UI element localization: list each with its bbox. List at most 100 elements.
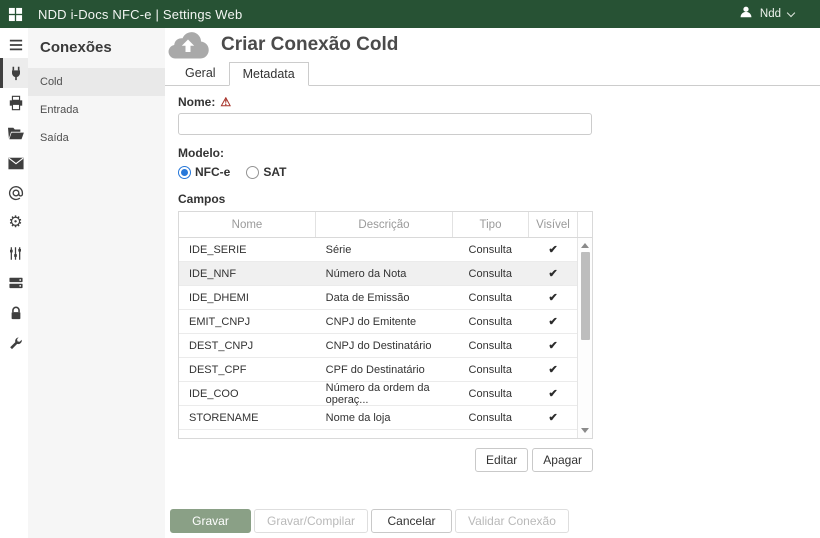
panel-title: Conexões — [28, 28, 165, 68]
column-header-tipo: Tipo — [453, 212, 529, 237]
sliders-icon — [8, 246, 23, 261]
table-header: Nome Descrição Tipo Visível — [179, 212, 592, 238]
table-row[interactable]: IDE_COO Número da ordem da operaç... Con… — [179, 382, 578, 406]
cell-descricao: CPF do Destinatário — [316, 358, 453, 381]
radio-sat[interactable]: SAT — [246, 165, 286, 179]
connections-panel: Conexões Cold Entrada Saída — [28, 28, 165, 538]
editar-button[interactable]: Editar — [475, 448, 528, 472]
cell-nome: EMIT_CNPJ — [179, 310, 316, 333]
main-content: Criar Conexão Cold Geral Metadata Nome: … — [165, 28, 820, 538]
cell-tipo: Consulta — [452, 238, 528, 261]
cell-nome: DEST_CPF — [179, 358, 316, 381]
sidebar-item-connections[interactable] — [0, 58, 28, 88]
cell-tipo: Consulta — [452, 334, 528, 357]
lock-icon — [9, 305, 23, 321]
column-header-nome: Nome — [179, 212, 316, 237]
page-title: Criar Conexão Cold — [221, 34, 398, 56]
sidebar-item-printer[interactable] — [0, 88, 28, 118]
footer-actions: Gravar Gravar/Compilar Cancelar Validar … — [170, 509, 569, 533]
chevron-down-icon — [787, 8, 795, 16]
cloud-upload-icon — [166, 28, 210, 67]
cell-tipo: Consulta — [452, 286, 528, 309]
cell-nome: IDE_COO — [179, 382, 316, 405]
connection-item-entrada[interactable]: Entrada — [28, 96, 165, 124]
cell-descricao: Número da Nota — [316, 262, 453, 285]
radio-nfce[interactable]: NFC-e — [178, 165, 230, 179]
check-icon: ✔ — [548, 291, 557, 304]
cell-nome: IDE_DHEMI — [179, 286, 316, 309]
table-row[interactable]: DEST_CPF CPF do Destinatário Consulta ✔ — [179, 358, 578, 382]
cell-tipo: Consulta — [452, 262, 528, 285]
cell-descricao: Série — [316, 238, 453, 261]
sidebar-item-settings[interactable]: ⚙ — [0, 208, 28, 238]
scrollbar-thumb[interactable] — [581, 252, 590, 340]
sidebar-item-preferences[interactable] — [0, 238, 28, 268]
table-scrollbar[interactable] — [577, 238, 592, 438]
hamburger-menu-icon[interactable] — [0, 32, 28, 58]
column-header-filler — [578, 212, 592, 237]
tab-bar: Geral Metadata — [165, 62, 820, 86]
cancelar-button[interactable]: Cancelar — [371, 509, 452, 533]
check-icon: ✔ — [548, 315, 557, 328]
cell-tipo: Consulta — [452, 310, 528, 333]
radio-button-icon[interactable] — [246, 166, 259, 179]
topbar: NDD i-Docs NFC-e | Settings Web Ndd — [0, 0, 820, 28]
user-name: Ndd — [760, 8, 781, 20]
gravar-button[interactable]: Gravar — [170, 509, 251, 533]
cell-descricao: Data de Emissão — [316, 286, 453, 309]
column-header-visivel: Visível — [529, 212, 578, 237]
cell-descricao: CNPJ do Destinatário — [316, 334, 453, 357]
table-row-selected[interactable]: IDE_NNF Número da Nota Consulta ✔ — [179, 262, 578, 286]
radio-sat-label: SAT — [263, 165, 286, 179]
sidebar-item-tools[interactable] — [0, 328, 28, 358]
cell-nome: STORENAME — [179, 406, 316, 429]
cell-tipo: Consulta — [452, 358, 528, 381]
check-icon: ✔ — [548, 387, 557, 400]
cell-tipo: Consulta — [452, 406, 528, 429]
table-row[interactable]: IDE_SERIE Série Consulta ✔ — [179, 238, 578, 262]
plug-icon — [8, 65, 24, 81]
sidebar-item-mail[interactable] — [0, 148, 28, 178]
nome-label: Nome: — [178, 95, 215, 109]
radio-nfce-label: NFC-e — [195, 165, 230, 179]
sidebar-item-email-at[interactable] — [0, 178, 28, 208]
table-body: IDE_SERIE Série Consulta ✔ IDE_NNF Númer… — [179, 238, 592, 438]
cell-descricao: CNPJ do Emitente — [316, 310, 453, 333]
scroll-up-icon[interactable] — [581, 243, 589, 248]
at-sign-icon — [8, 185, 24, 201]
app-title: NDD i-Docs NFC-e | Settings Web — [38, 7, 242, 22]
tab-metadata[interactable]: Metadata — [229, 62, 309, 86]
apps-grid-icon[interactable] — [0, 0, 30, 28]
server-stack-icon — [8, 276, 24, 290]
user-icon — [739, 5, 753, 24]
validar-conexao-button[interactable]: Validar Conexão — [455, 509, 569, 533]
table-row[interactable]: DEST_CNPJ CNPJ do Destinatário Consulta … — [179, 334, 578, 358]
check-icon: ✔ — [548, 411, 557, 424]
sidebar-item-servers[interactable] — [0, 268, 28, 298]
connection-item-cold[interactable]: Cold — [28, 68, 165, 96]
sidebar-item-security[interactable] — [0, 298, 28, 328]
folder-open-icon — [7, 126, 24, 141]
table-row[interactable]: STORENAME Nome da loja Consulta ✔ — [179, 406, 578, 430]
warning-icon: ⚠ — [220, 96, 231, 108]
gravar-compilar-button[interactable]: Gravar/Compilar — [254, 509, 368, 533]
cell-descricao: Nome da loja — [316, 406, 453, 429]
nome-input[interactable] — [178, 113, 592, 135]
icon-rail: ⚙ — [0, 28, 28, 538]
table-row[interactable]: IDE_DHEMI Data de Emissão Consulta ✔ — [179, 286, 578, 310]
gear-icon: ⚙ — [8, 215, 22, 231]
cell-nome: DEST_CNPJ — [179, 334, 316, 357]
table-row[interactable]: EMIT_CNPJ CNPJ do Emitente Consulta ✔ — [179, 310, 578, 334]
check-icon: ✔ — [548, 267, 557, 280]
radio-button-icon[interactable] — [178, 166, 191, 179]
campos-label: Campos — [178, 192, 605, 206]
check-icon: ✔ — [548, 243, 557, 256]
sidebar-item-files[interactable] — [0, 118, 28, 148]
scroll-down-icon[interactable] — [581, 428, 589, 433]
user-menu[interactable]: Ndd — [739, 5, 794, 24]
check-icon: ✔ — [548, 363, 557, 376]
apagar-button[interactable]: Apagar — [532, 448, 593, 472]
table-actions: Editar Apagar — [178, 448, 593, 472]
connection-item-saida[interactable]: Saída — [28, 124, 165, 152]
mail-icon — [8, 157, 24, 170]
